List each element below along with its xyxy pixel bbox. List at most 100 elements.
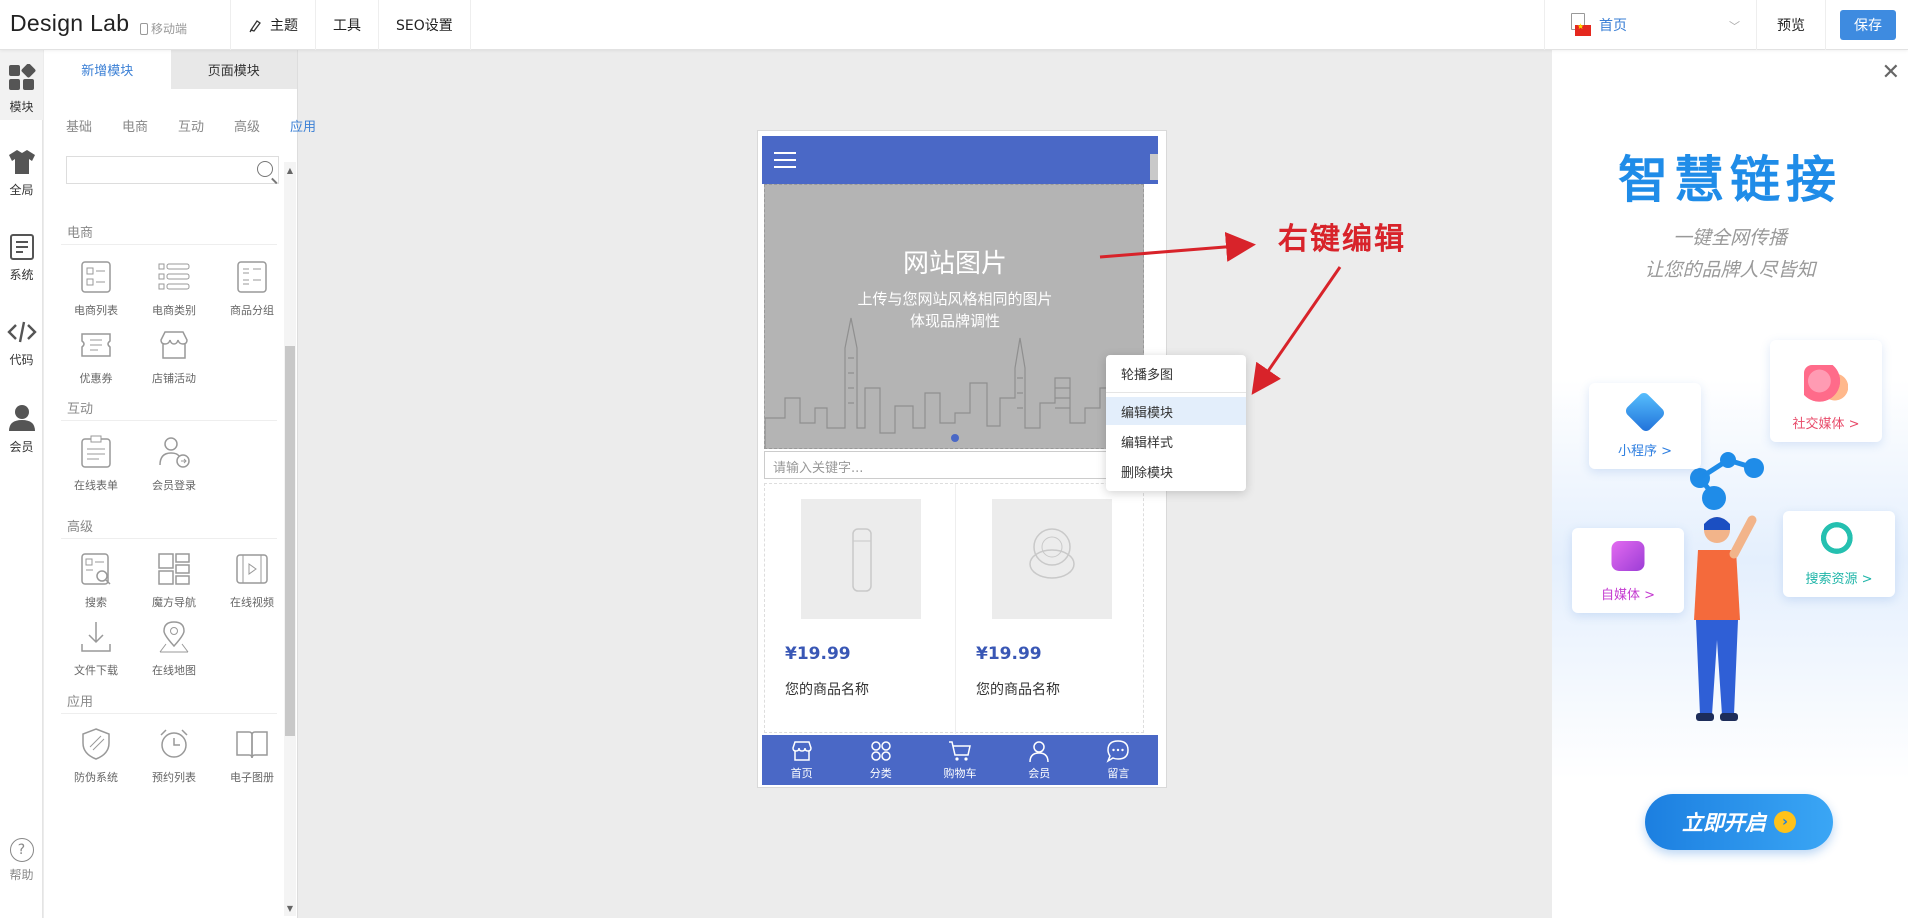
help-button[interactable]: ? 帮助 — [0, 838, 43, 883]
promo-subtitle: 一键全网传播 让您的品牌人尽皆知 — [1552, 222, 1908, 286]
promo-card-label: 搜索资源 > — [1805, 572, 1873, 587]
promo-card-label: 小程序 > — [1617, 444, 1673, 459]
banner-subtitle-line2: 体现品牌调性 — [909, 312, 1000, 330]
module-cube-nav[interactable]: 魔方导航 — [139, 552, 209, 610]
module-anti-fake[interactable]: 防伪系统 — [61, 727, 131, 785]
store-icon — [791, 741, 812, 761]
module-coupon[interactable]: 优惠券 — [61, 328, 131, 386]
module-label: 电商列表 — [74, 304, 118, 317]
top-nav: 主题 工具 SEO设置 — [230, 0, 471, 50]
module-label: 预约列表 — [152, 771, 196, 784]
footer-label: 购物车 — [943, 767, 977, 780]
search-icon[interactable] — [257, 161, 273, 177]
module-booking-list[interactable]: 预约列表 — [139, 727, 209, 785]
footer-item-member[interactable]: 会员 — [1000, 735, 1079, 785]
product-card[interactable]: ¥19.99 您的商品名称 — [765, 484, 955, 734]
scroll-up-icon[interactable]: ▲ — [284, 164, 296, 176]
divider — [61, 713, 277, 714]
divider — [61, 420, 277, 421]
top-actions: 首页 ﹀ 预览 保存 — [1544, 0, 1908, 50]
module-online-map[interactable]: 在线地图 — [139, 620, 209, 678]
panel-scrollbar[interactable]: ▲ ▼ — [284, 162, 296, 916]
product-card[interactable]: ¥19.99 您的商品名称 — [955, 484, 1145, 734]
module-e-album[interactable]: 电子图册 — [217, 727, 284, 785]
social-media-icon — [1804, 365, 1848, 405]
top-bar: Design Lab 移动端 主题 工具 SEO设置 首页 ﹀ 预览 保存 — [0, 0, 1908, 50]
category-advanced[interactable]: 高级 — [234, 116, 290, 135]
product-image — [992, 499, 1112, 619]
sidebar-item-code[interactable]: 代码 — [0, 305, 43, 375]
module-shop-activity[interactable]: 店铺活动 — [139, 328, 209, 386]
footer-item-message[interactable]: 留言 — [1079, 735, 1158, 785]
category-list-icon — [157, 260, 191, 294]
preview-button[interactable]: 预览 — [1756, 0, 1826, 50]
sidebar-item-modules[interactable]: 模块 — [0, 50, 43, 120]
menu-item-delete-module[interactable]: 删除模块 — [1106, 457, 1246, 485]
promo-card-miniprogram[interactable]: 小程序 > — [1589, 383, 1701, 469]
keyword-search-input[interactable]: 请输入关键字... — [764, 451, 1144, 479]
scrollbar-thumb[interactable] — [285, 346, 295, 736]
close-icon[interactable]: ✕ — [1882, 60, 1900, 85]
product-name: 您的商品名称 — [976, 682, 1060, 698]
scroll-down-icon[interactable]: ▼ — [284, 902, 296, 914]
sidebar-item-global[interactable]: 全局 — [0, 135, 43, 205]
tab-page-module[interactable]: 页面模块 — [170, 50, 297, 89]
china-flag-icon — [1571, 13, 1591, 37]
module-label: 电商类别 — [152, 304, 196, 317]
promo-card-social[interactable]: 社交媒体 > — [1770, 340, 1882, 442]
product-list-module[interactable]: ¥19.99 您的商品名称 ¥19.99 您的商品名称 — [764, 483, 1145, 734]
sidebar-item-members[interactable]: 会员 — [0, 390, 43, 460]
module-online-form[interactable]: 在线表单 — [61, 435, 131, 493]
footer-label: 会员 — [1028, 767, 1051, 780]
bottle-icon — [852, 528, 872, 592]
category-interactive[interactable]: 互动 — [178, 116, 234, 135]
sidebar-item-system[interactable]: 系统 — [0, 220, 43, 290]
mobile-mode-toggle[interactable]: 移动端 — [140, 20, 187, 37]
hamburger-menu-icon[interactable] — [774, 152, 796, 168]
chevron-right-icon: › — [1774, 811, 1796, 833]
carousel-indicator[interactable] — [951, 434, 959, 442]
sidebar-item-label: 全局 — [9, 183, 34, 197]
page-selector[interactable]: 首页 ﹀ — [1544, 0, 1756, 50]
nav-theme[interactable]: 主题 — [230, 0, 315, 50]
sidebar-item-label: 会员 — [9, 440, 34, 454]
cart-icon — [949, 741, 971, 761]
category-apps[interactable]: 应用 — [290, 116, 346, 135]
module-ecommerce-list[interactable]: 电商列表 — [61, 260, 131, 318]
save-button[interactable]: 保存 — [1840, 10, 1896, 40]
module-list: 电商 电商列表 电商类别 商品分组 优惠券 店铺活动 互动 在线表单 会员登录 … — [44, 200, 284, 916]
footer-item-category[interactable]: 分类 — [841, 735, 920, 785]
module-search[interactable]: 搜索 — [61, 552, 131, 610]
category-ecommerce[interactable]: 电商 — [122, 116, 178, 135]
module-online-video[interactable]: 在线视频 — [217, 552, 284, 610]
tab-add-module[interactable]: 新增模块 — [44, 50, 171, 89]
canvas-scrollbar[interactable] — [1150, 154, 1158, 180]
nav-seo[interactable]: SEO设置 — [378, 0, 471, 50]
promo-card-search[interactable]: 搜索资源 > — [1783, 511, 1895, 597]
module-product-group[interactable]: 商品分组 — [217, 260, 284, 318]
menu-item-edit-style[interactable]: 编辑样式 — [1106, 427, 1246, 455]
promo-card-self-media[interactable]: 自媒体 > — [1572, 528, 1684, 613]
start-now-button[interactable]: 立即开启 › — [1645, 794, 1833, 850]
nav-tools-label: 工具 — [333, 18, 361, 34]
category-basic[interactable]: 基础 — [66, 116, 122, 135]
module-ecommerce-category[interactable]: 电商类别 — [139, 260, 209, 318]
cube-icon — [1623, 390, 1667, 434]
promo-panel: ✕ 智慧链接 一键全网传播 让您的品牌人尽皆知 社交媒体 > 小程序 > 自媒体… — [1552, 50, 1908, 918]
cube-nav-icon — [157, 552, 191, 586]
promo-title: 智慧链接 — [1618, 151, 1842, 209]
divider — [61, 538, 277, 539]
module-file-download[interactable]: 文件下载 — [61, 620, 131, 678]
brand-logo: Design Lab — [10, 10, 130, 36]
banner-module[interactable]: 网站图片 上传与您网站风格相同的图片 体现品牌调性 — [764, 184, 1144, 449]
footer-item-cart[interactable]: 购物车 — [920, 735, 999, 785]
module-search-input[interactable] — [66, 156, 279, 184]
search-resource-icon — [1817, 520, 1861, 560]
nav-tools[interactable]: 工具 — [315, 0, 378, 50]
banner-subtitle-line1: 上传与您网站风格相同的图片 — [857, 290, 1053, 308]
shield-icon — [79, 727, 113, 761]
module-label: 店铺活动 — [152, 372, 196, 385]
module-member-login[interactable]: 会员登录 — [139, 435, 209, 493]
module-label: 魔方导航 — [152, 596, 196, 609]
footer-item-home[interactable]: 首页 — [762, 735, 841, 785]
